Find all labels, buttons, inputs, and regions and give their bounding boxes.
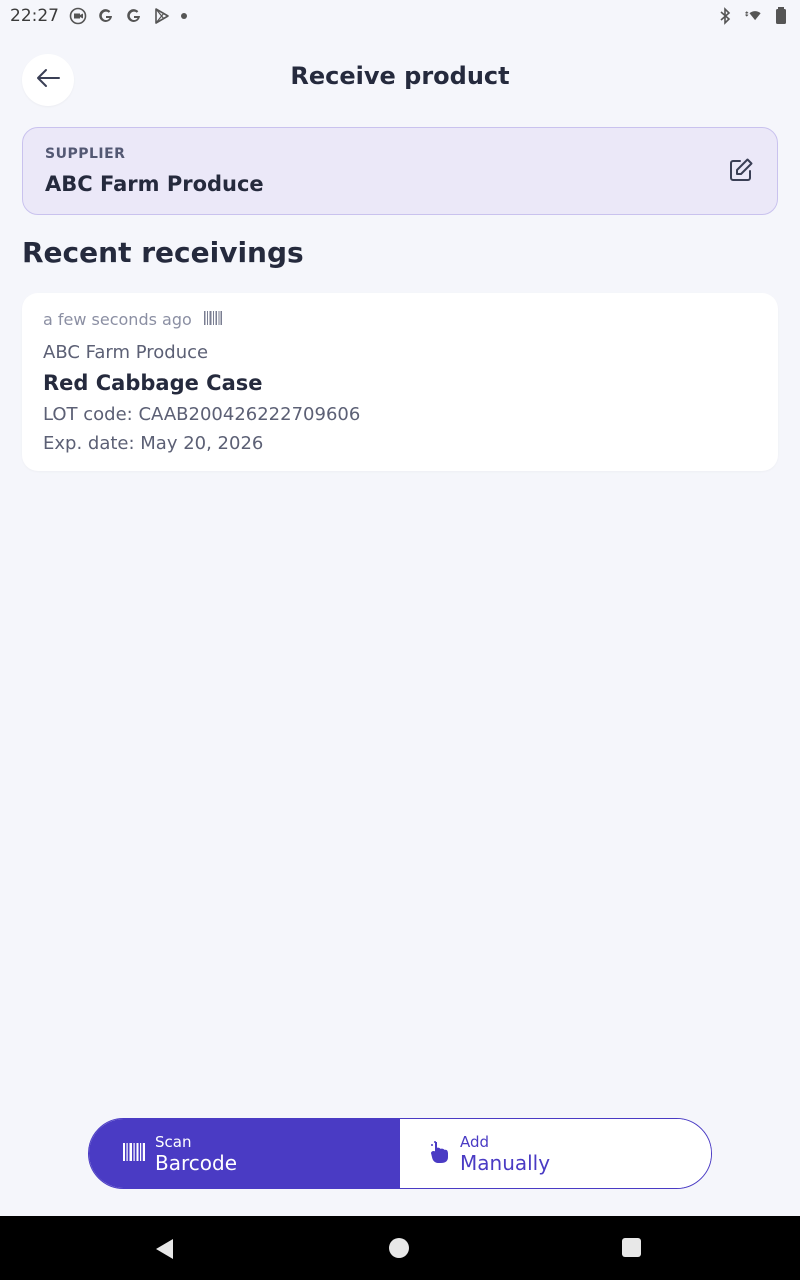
- nav-home-icon[interactable]: [389, 1238, 409, 1258]
- manual-button-text: Add Manually: [460, 1132, 551, 1175]
- receiving-supplier: ABC Farm Produce: [43, 342, 209, 363]
- supplier-name: ABC Farm Produce: [45, 172, 264, 196]
- google-icon: [97, 7, 115, 25]
- barcode-icon: [203, 310, 222, 329]
- status-right: [716, 7, 790, 25]
- hand-pointer-icon: [430, 1140, 450, 1168]
- receiving-exp-date: Exp. date: May 20, 2026: [43, 433, 264, 454]
- manual-button-small-label: Add: [460, 1132, 490, 1151]
- play-store-icon: [153, 7, 171, 25]
- navigation-bar: [0, 1216, 800, 1280]
- google-icon: [125, 7, 143, 25]
- scan-button-text: Scan Barcode: [155, 1132, 237, 1175]
- scan-button-large-label: Barcode: [155, 1150, 237, 1175]
- receiving-time-row: a few seconds ago: [43, 310, 222, 329]
- edit-icon: [728, 157, 754, 187]
- nav-recents-icon[interactable]: [622, 1238, 641, 1257]
- bluetooth-icon: [716, 7, 734, 25]
- manual-button-large-label: Manually: [460, 1150, 551, 1175]
- page-title: Receive product: [290, 62, 510, 90]
- wifi-icon: [744, 7, 762, 25]
- edit-supplier-button[interactable]: [727, 158, 755, 186]
- scan-button-small-label: Scan: [155, 1132, 192, 1151]
- supplier-card: SUPPLIER ABC Farm Produce: [22, 127, 778, 215]
- status-time: 22:27: [10, 6, 59, 26]
- action-bar: Scan Barcode Add Manually: [88, 1118, 712, 1189]
- receiving-product: Red Cabbage Case: [43, 371, 263, 395]
- nav-back-icon[interactable]: [155, 1238, 175, 1264]
- barcode-icon: [123, 1142, 145, 1165]
- status-left: 22:27: [10, 6, 187, 26]
- status-bar: 22:27: [0, 0, 800, 32]
- camera-badge-icon: [69, 7, 87, 25]
- receiving-lot-code: LOT code: CAAB200426222709606: [43, 404, 361, 425]
- receiving-card[interactable]: a few seconds ago ABC Farm Produce Red C…: [22, 293, 778, 471]
- battery-icon: [772, 7, 790, 25]
- add-manually-button[interactable]: Add Manually: [400, 1119, 711, 1188]
- receiving-time: a few seconds ago: [43, 310, 192, 329]
- section-title: Recent receivings: [22, 236, 304, 269]
- dot-icon: [181, 13, 187, 19]
- scan-barcode-button[interactable]: Scan Barcode: [89, 1119, 400, 1188]
- supplier-label: SUPPLIER: [45, 146, 126, 162]
